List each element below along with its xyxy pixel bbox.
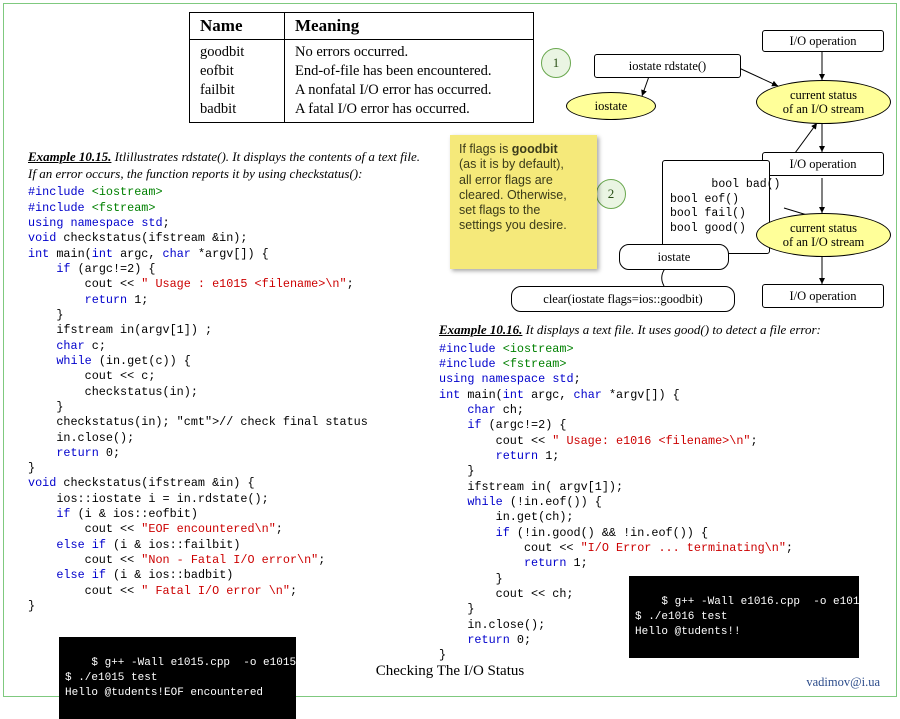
sticky-line-3: all error flags are [459,172,553,187]
flow-iostate-2-label: iostate [657,249,691,264]
flow-io-operation-1: I/O operation [762,30,884,52]
flag-name: badbit [189,100,285,123]
example-10-15-heading: Example 10.15. Itlillustrates rdstate().… [28,149,428,182]
table-row: goodbit No errors occurred. [189,39,534,62]
flow-bool-functions-box: bool bad() bool eof() bool fail() bool g… [662,160,780,255]
table-row: badbit A fatal I/O error has occurred. [189,100,534,123]
credit-text: vadimov@i.ua [806,675,880,689]
callout-number-2: 2 [596,179,626,209]
example-10-15-code: #include <iostream> #include <fstream> u… [28,185,368,614]
sticky-line-4: cleared. Otherwise, [459,187,567,202]
slide-page: Name Meaning goodbit No errors occurred.… [3,3,897,719]
example-10-16-text: It displays a text file. It uses good() … [525,322,821,337]
sticky-bold-goodbit: goodbit [511,142,558,156]
flag-meaning: A nonfatal I/O error has occurred. [284,81,534,100]
callout-number-1: 1 [541,48,571,78]
flow-io-operation-3: I/O operation [762,284,884,308]
flow-io-operation-3-label: I/O operation [789,288,857,303]
iostate-flags-table: Name Meaning goodbit No errors occurred.… [189,12,534,123]
flow-iostate-1-label: iostate [594,98,628,113]
example-10-16-heading: Example 10.16. It displays a text file. … [439,322,889,339]
sticky-line-2: (as it is by default), [459,157,564,172]
example-10-15: Example 10.15. Itlillustrates rdstate().… [28,149,428,614]
sticky-line-1: If flags is [459,142,512,156]
table-row: eofbit End-of-file has been encountered. [189,62,534,81]
flow-io-operation-2-label: I/O operation [789,156,857,171]
flow-iostate-1: iostate [566,92,656,120]
flow-current-status-1: current status of an I/O stream [756,80,891,124]
flow-rdstate-label: iostate rdstate() [628,58,707,73]
example-10-16-label: Example 10.16. [439,322,523,337]
flow-current-status-2: current status of an I/O stream [756,213,891,257]
terminal-e1016-text: $ g++ -Wall e1016.cpp -o e1016 $ ./e1016… [635,595,867,638]
sticky-line-6: settings you desire. [459,218,567,233]
flow-iostate-2: iostate [619,244,729,270]
sticky-note: If flags is goodbit (as it is by default… [450,135,597,269]
flow-io-operation-1-label: I/O operation [789,33,857,48]
table-header-meaning: Meaning [284,12,534,40]
flag-meaning: A fatal I/O error has occurred. [284,100,534,123]
flow-io-operation-2: I/O operation [762,152,884,176]
flag-name: eofbit [189,62,285,81]
example-10-15-label: Example 10.15. [28,149,112,164]
flow-clear-box: clear(iostate flags=ios::goodbit) [511,286,735,312]
callout-number-1-label: 1 [552,55,560,70]
terminal-e1016: $ g++ -Wall e1016.cpp -o e1016 $ ./e1016… [629,576,866,659]
flow-current-status-1-label: current status of an I/O stream [782,87,865,116]
sticky-line-5: set flags to the [459,203,541,217]
flow-current-status-2-label: current status of an I/O stream [782,220,865,249]
flag-meaning: No errors occurred. [284,39,534,62]
page-caption: Checking The I/O Status [375,663,525,679]
table-row: failbit A nonfatal I/O error has occurre… [189,81,534,100]
flag-name: goodbit [189,39,285,62]
table-header-name: Name [189,12,285,40]
flow-clear-label: clear(iostate flags=ios::goodbit) [543,291,703,306]
callout-number-2-label: 2 [607,186,615,201]
flow-rdstate-box: iostate rdstate() [594,54,741,78]
flag-meaning: End-of-file has been encountered. [284,62,534,81]
flag-name: failbit [189,81,285,100]
